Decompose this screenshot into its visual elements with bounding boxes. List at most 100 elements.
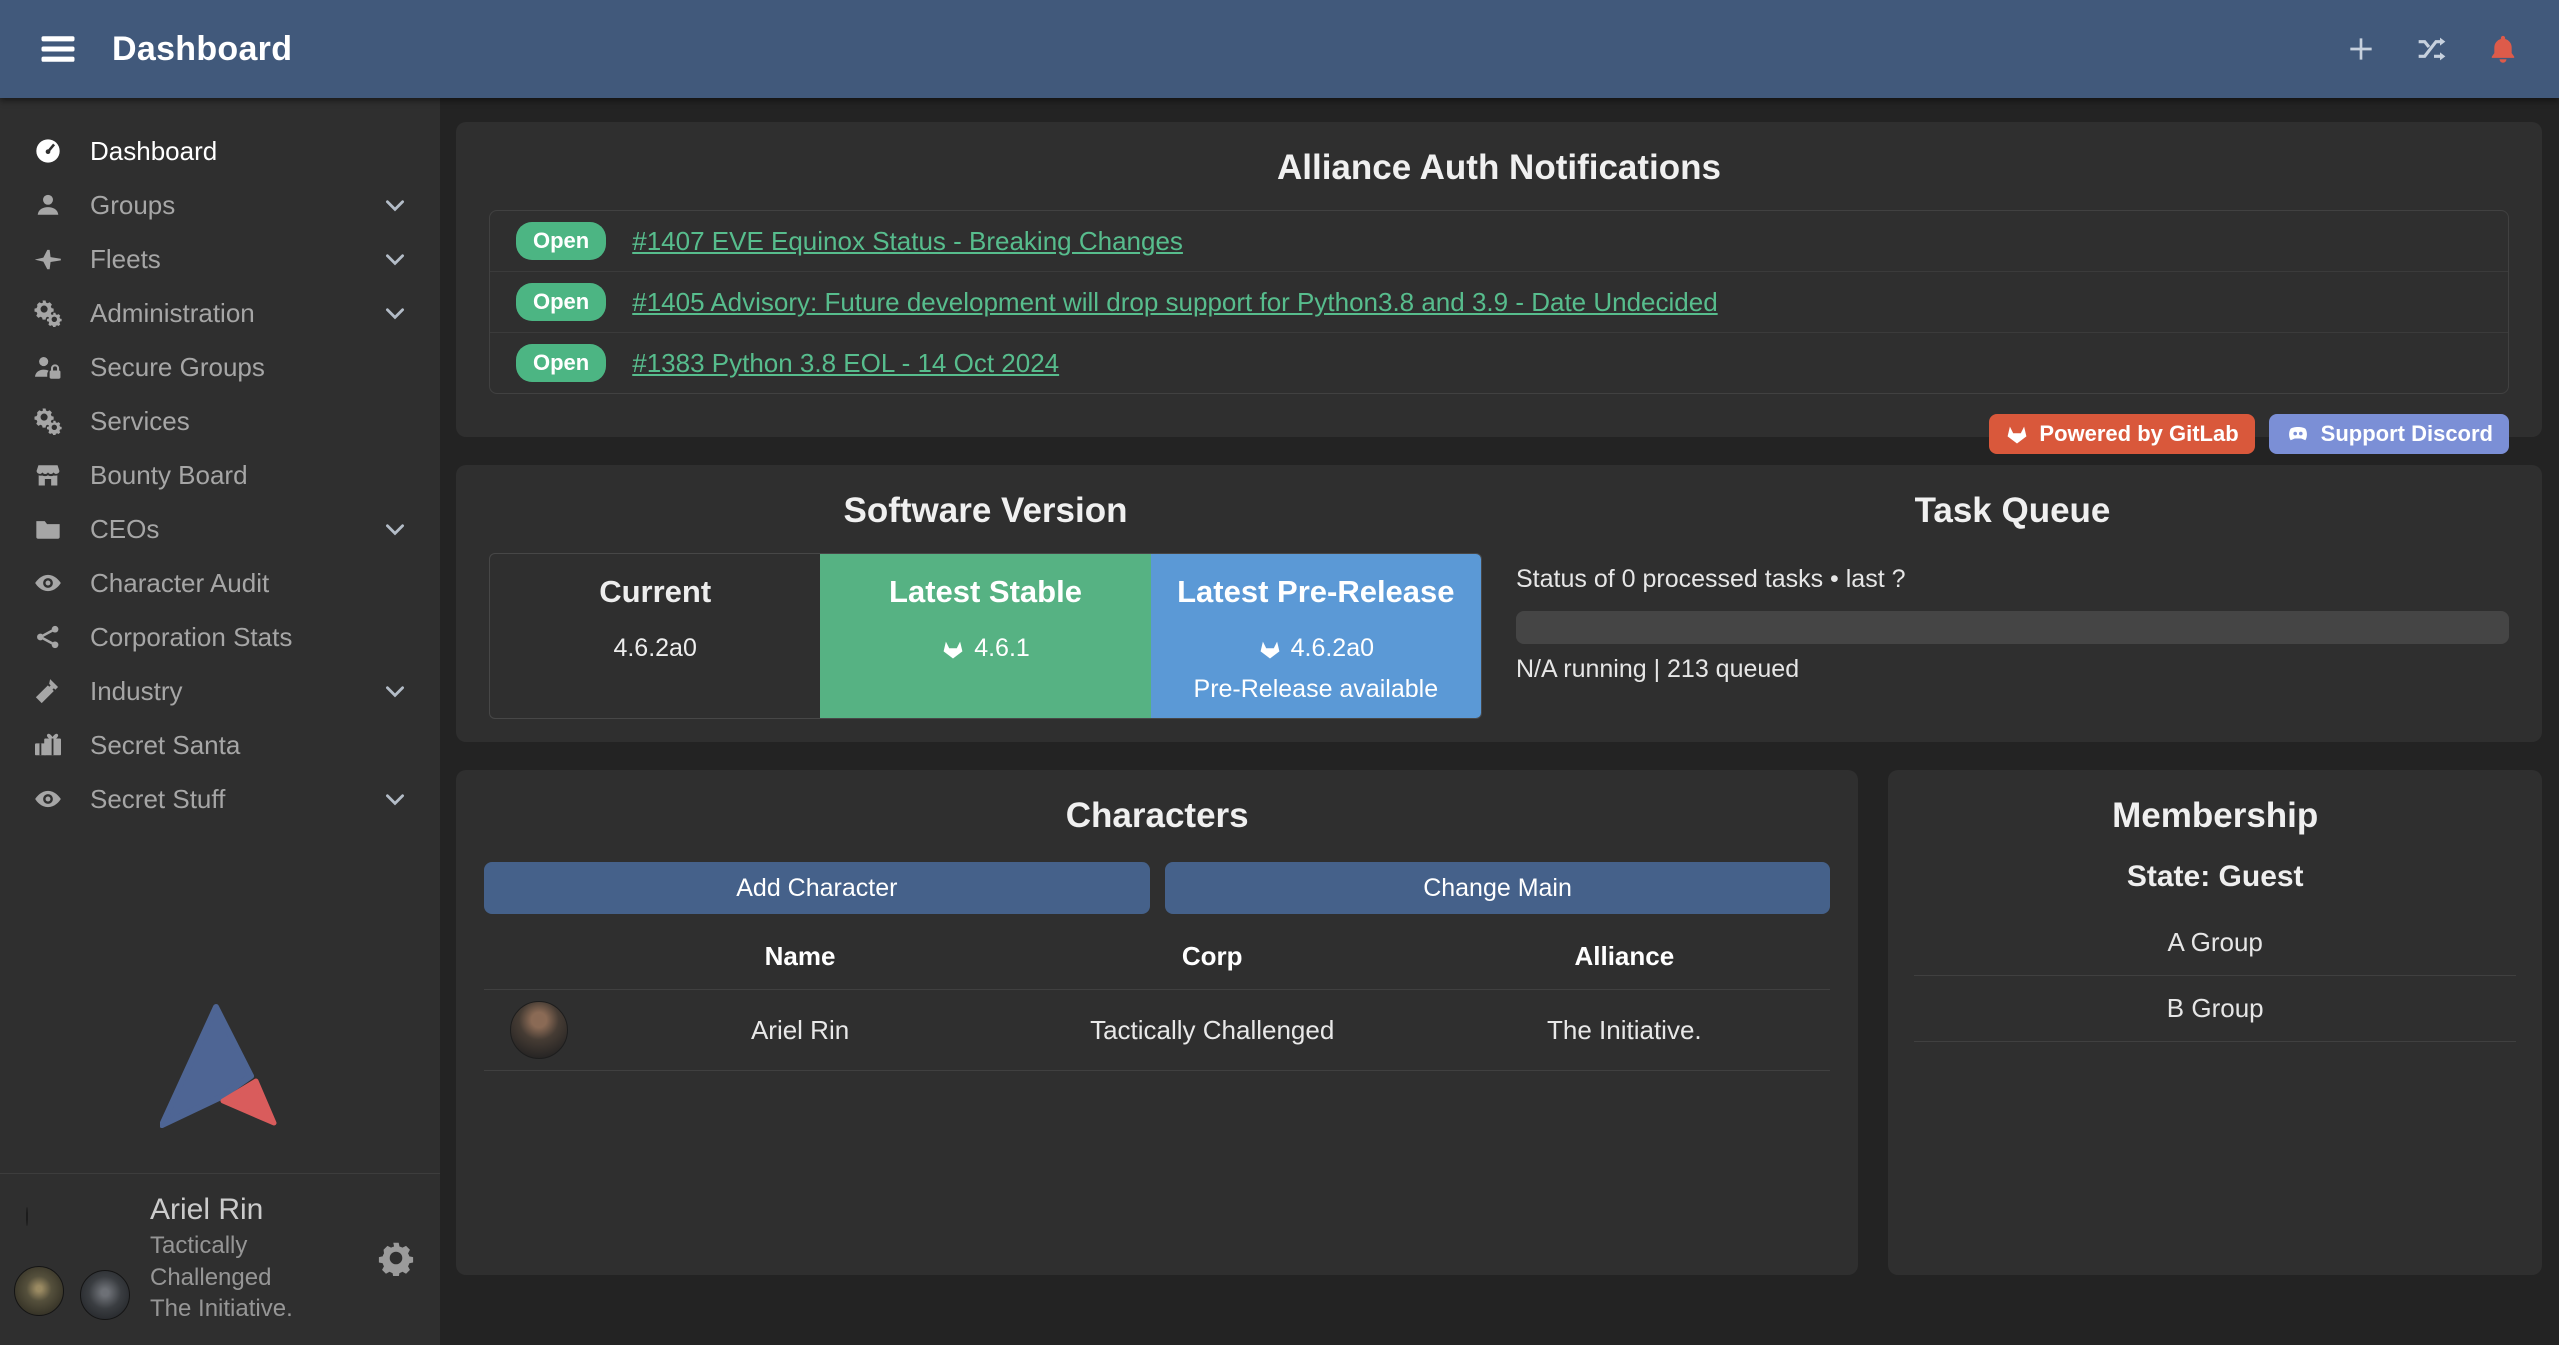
version-latest-prerelease: Latest Pre-Release 4.6.2a0 Pre-Release a… (1151, 554, 1481, 718)
characters-card: Characters Add Character Change Main Nam… (456, 770, 1858, 1275)
notification-link[interactable]: #1383 Python 3.8 EOL - 14 Oct 2024 (632, 348, 1059, 379)
add-character-button[interactable]: Add Character (484, 862, 1150, 914)
user-lock-icon (32, 354, 64, 380)
task-queue-status: Status of 0 processed tasks • last ? (1516, 565, 2509, 594)
cell-name: Ariel Rin (594, 1015, 1006, 1046)
membership-card: Membership State: Guest A Group B Group (1888, 770, 2542, 1275)
sidebar-item-label: CEOs (90, 514, 159, 545)
gear-icon[interactable] (378, 1240, 414, 1276)
column-header-alliance: Alliance (1418, 941, 1830, 972)
page-title: Dashboard (112, 30, 292, 69)
sidebar-item-secure-groups[interactable]: Secure Groups (0, 340, 440, 394)
column-header-corp: Corp (1006, 941, 1418, 972)
menu-icon[interactable] (40, 34, 76, 64)
table-row: Ariel Rin Tactically Challenged The Init… (484, 990, 1830, 1071)
gitlab-icon (941, 637, 965, 661)
version-value: 4.6.2a0 (613, 634, 696, 663)
characters-table-header: Name Corp Alliance (484, 924, 1830, 990)
chevron-down-icon (382, 246, 408, 272)
sidebar-item-groups[interactable]: Groups (0, 178, 440, 232)
plus-icon[interactable] (2345, 33, 2377, 65)
version-value: 4.6.2a0 (1291, 634, 1374, 663)
change-main-button[interactable]: Change Main (1165, 862, 1831, 914)
discord-icon (2285, 422, 2311, 446)
list-item: B Group (1914, 976, 2516, 1042)
chevron-down-icon (382, 516, 408, 542)
version-current: Current 4.6.2a0 (490, 554, 820, 718)
version-value: 4.6.1 (974, 634, 1030, 663)
task-queue-progressbar (1516, 611, 2509, 644)
store-icon (32, 461, 64, 489)
eye-icon (32, 785, 64, 813)
sidebar-item-label: Secret Santa (90, 730, 240, 761)
notifications-title: Alliance Auth Notifications (456, 148, 2542, 188)
sidebar-item-label: Services (90, 406, 190, 437)
tachometer-icon (32, 137, 64, 165)
cogs-icon (32, 299, 64, 327)
chevron-down-icon (382, 192, 408, 218)
sidebar-item-label: Bounty Board (90, 460, 248, 491)
top-navbar: Dashboard (0, 0, 2559, 98)
corp-logo (14, 1266, 64, 1316)
version-columns: Current 4.6.2a0 Latest Stable 4.6.1 Late… (489, 553, 1482, 719)
version-label: Latest Stable (820, 574, 1150, 610)
user-icon (32, 192, 64, 218)
notifications-card: Alliance Auth Notifications Open #1407 E… (456, 122, 2542, 437)
sidebar-item-administration[interactable]: Administration (0, 286, 440, 340)
sidebar-item-label: Groups (90, 190, 175, 221)
sidebar-item-bounty-board[interactable]: Bounty Board (0, 448, 440, 502)
version-label: Latest Pre-Release (1151, 574, 1481, 610)
membership-state: State: Guest (1888, 860, 2542, 894)
shuffle-icon[interactable] (2415, 33, 2449, 65)
notifications-list: Open #1407 EVE Equinox Status - Breaking… (489, 210, 2509, 394)
sidebar-item-character-audit[interactable]: Character Audit (0, 556, 440, 610)
cell-corp: Tactically Challenged (1006, 1015, 1418, 1046)
sidebar-item-dashboard[interactable]: Dashboard (0, 124, 440, 178)
chevron-down-icon (382, 678, 408, 704)
sidebar-item-services[interactable]: Services (0, 394, 440, 448)
sidebar-item-secret-santa[interactable]: Secret Santa (0, 718, 440, 772)
column-header-name: Name (594, 941, 1006, 972)
task-queue-title: Task Queue (1516, 491, 2509, 531)
fighter-jet-icon (32, 245, 64, 273)
status-badge: Open (516, 222, 606, 260)
user-info: Ariel Rin Tactically Challenged The Init… (150, 1190, 354, 1325)
software-version-title: Software Version (489, 491, 1482, 531)
status-badge: Open (516, 344, 606, 382)
membership-title: Membership (1888, 796, 2542, 836)
badge-label: Support Discord (2321, 421, 2493, 447)
sidebar-item-label: Secret Stuff (90, 784, 225, 815)
sidebar-item-ceos[interactable]: CEOs (0, 502, 440, 556)
software-version-section: Software Version Current 4.6.2a0 Latest … (489, 465, 1482, 742)
user-corp: Tactically Challenged (150, 1230, 354, 1293)
user-panel: Ariel Rin Tactically Challenged The Init… (0, 1173, 440, 1345)
powered-by-gitlab-badge[interactable]: Powered by GitLab (1989, 414, 2254, 454)
main-content: Alliance Auth Notifications Open #1407 E… (440, 98, 2559, 1345)
support-discord-badge[interactable]: Support Discord (2269, 414, 2509, 454)
character-portrait (26, 1207, 28, 1226)
status-badge: Open (516, 283, 606, 321)
notification-link[interactable]: #1405 Advisory: Future development will … (632, 287, 1717, 318)
bell-icon[interactable] (2487, 33, 2519, 65)
sidebar-spacer (0, 826, 440, 1003)
characters-title: Characters (484, 796, 1830, 836)
external-badges: Powered by GitLab Support Discord (489, 414, 2509, 454)
list-item: A Group (1914, 910, 2516, 976)
sidebar-item-secret-stuff[interactable]: Secret Stuff (0, 772, 440, 826)
notification-row: Open #1407 EVE Equinox Status - Breaking… (490, 211, 2508, 271)
gitlab-icon (2005, 422, 2029, 446)
version-label: Current (490, 574, 820, 610)
sidebar-item-industry[interactable]: Industry (0, 664, 440, 718)
sidebar-item-corporation-stats[interactable]: Corporation Stats (0, 610, 440, 664)
sidebar-item-fleets[interactable]: Fleets (0, 232, 440, 286)
share-icon (32, 624, 64, 650)
notification-link[interactable]: #1407 EVE Equinox Status - Breaking Chan… (632, 226, 1183, 257)
hammer-icon (32, 677, 64, 705)
sidebar-item-label: Administration (90, 298, 255, 329)
alliance-auth-logo (0, 1003, 440, 1133)
navbar-actions (2345, 33, 2519, 65)
user-alliance: The Initiative. (150, 1293, 354, 1325)
badge-label: Powered by GitLab (2039, 421, 2238, 447)
character-avatar (510, 1001, 568, 1059)
main-frame: Dashboard Groups Fleets Administration S… (0, 98, 2559, 1345)
